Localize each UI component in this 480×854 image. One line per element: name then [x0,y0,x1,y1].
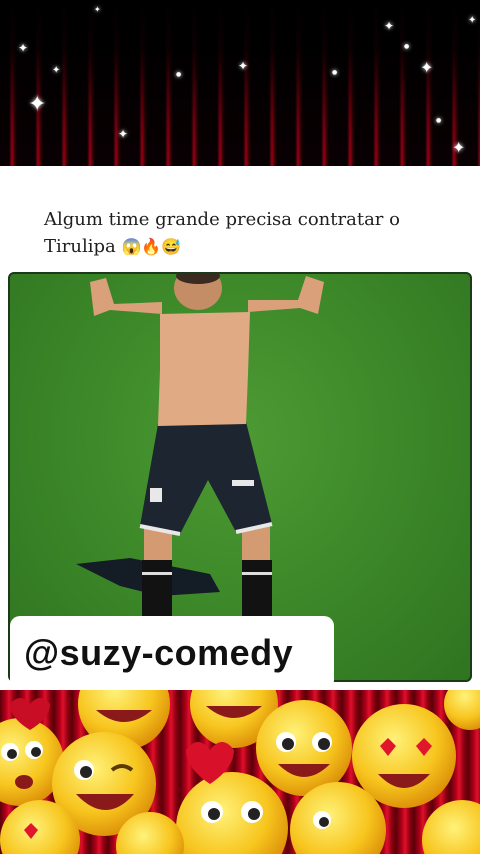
player-right-arm [248,276,324,314]
post-caption: Algum time grande precisa contratar o Ti… [44,206,424,260]
bottom-emoji-banner [0,690,480,854]
sparkle-icon: ● [332,69,338,76]
sparkle-icon: ✦ [238,59,249,73]
sparkle-icon: ● [436,117,442,124]
caption-emojis: 😱🔥😅 [121,237,182,256]
sparkle-icon: ✦ [118,127,129,141]
sparkle-icon: ✦ [420,58,434,77]
sparkle-icon: ✦ [452,138,466,157]
sparkle-icon: ✦ [94,5,101,14]
emoji-face-icon [422,800,480,854]
sparkle-icon: ✦ [18,41,29,55]
emoji-face-icon [176,772,288,854]
player-shorts [140,422,272,534]
sparkle-icon: ✦ [468,15,477,26]
caption-line2: Tirulipa [44,236,116,257]
sparkle-icon: ● [404,43,410,50]
sparkle-icon: ✦ [28,92,47,117]
post-card: Algum time grande precisa contratar o Ti… [0,166,480,690]
player-torso [158,312,250,426]
player-right-sock [242,560,272,616]
top-decor-banner: ✦ ✦ ✦ ✦ ✦ ✦ ● ✦ ● ✦ ✦ ● ✦ ● [0,0,480,166]
caption-line1: Algum time grande precisa contratar o [44,209,400,230]
player-left-sock [142,560,172,616]
emoji-face-icon [444,690,480,730]
emoji-collage [0,690,480,854]
player-left-arm [90,278,162,316]
sparkle-icon: ✦ [384,19,395,33]
sparkle-icon: ✦ [52,65,61,76]
watermark-handle: @suzy-comedy [24,632,294,673]
sparkle-icon: ● [176,71,182,78]
emoji-face-icon [256,700,352,796]
